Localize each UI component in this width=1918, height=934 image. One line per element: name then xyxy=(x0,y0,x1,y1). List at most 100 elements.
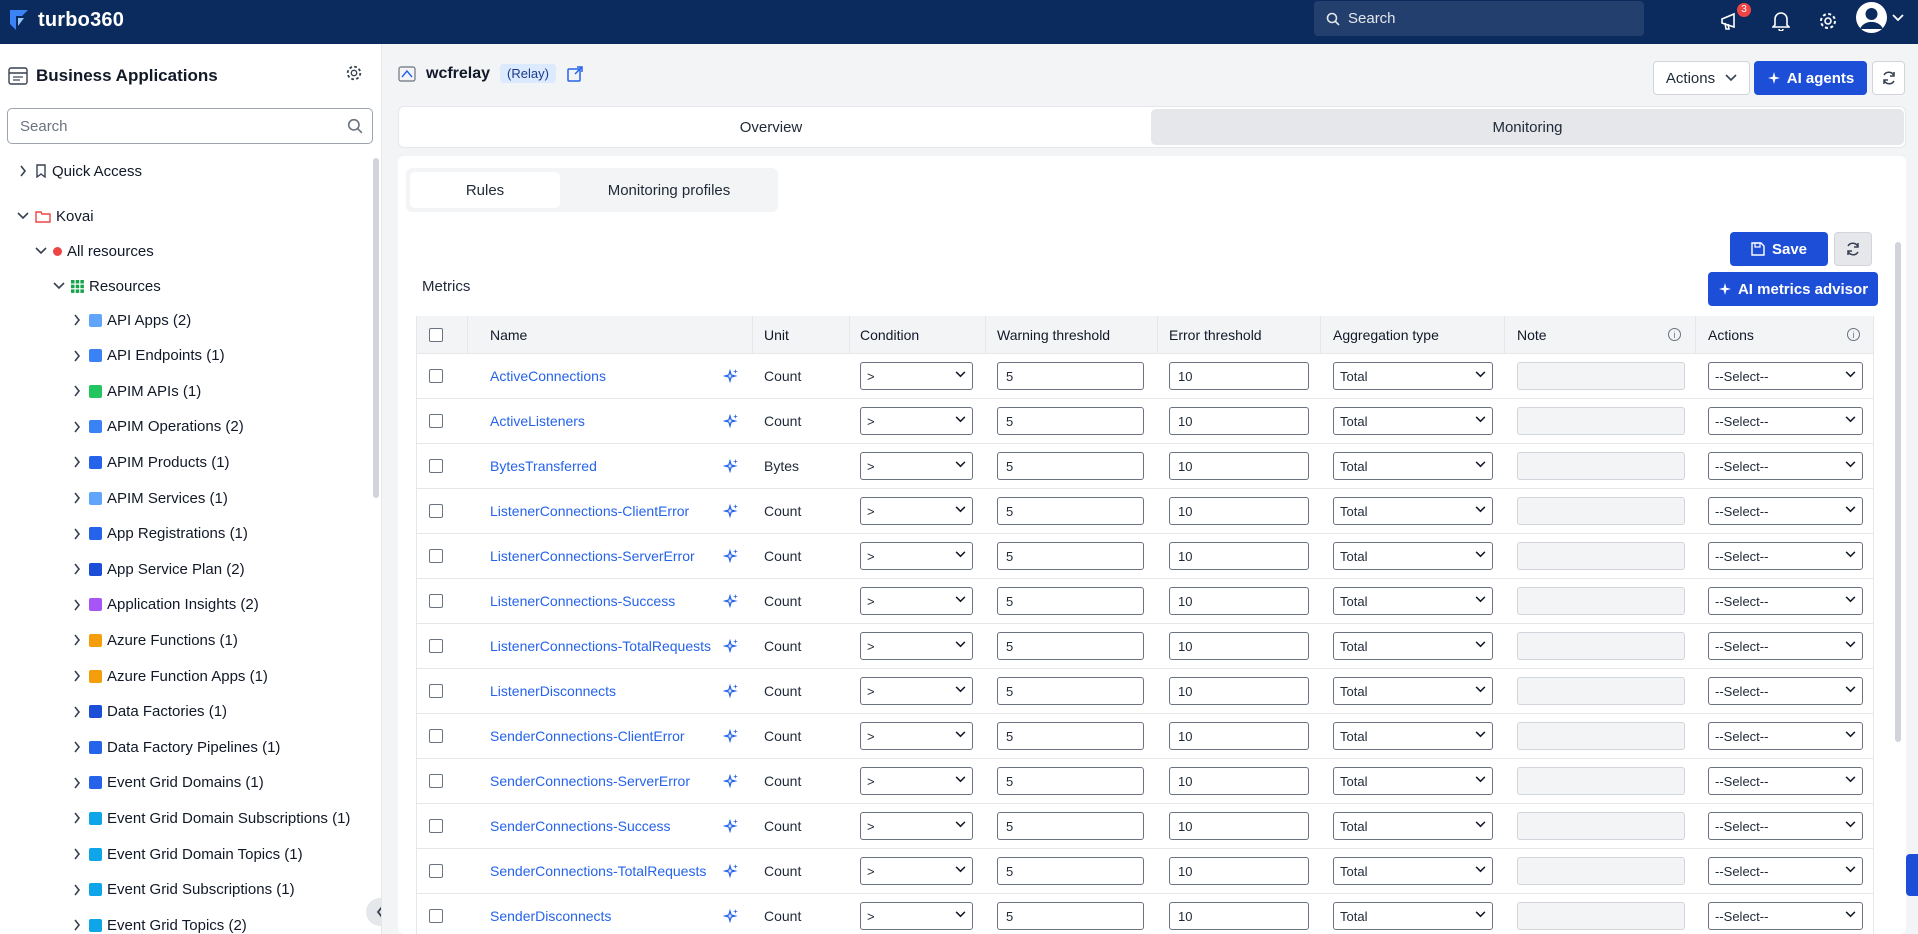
note-input[interactable] xyxy=(1517,587,1685,615)
ai-suggest-icon[interactable] xyxy=(723,849,739,893)
row-checkbox[interactable] xyxy=(429,444,443,488)
chevron-right-icon[interactable] xyxy=(70,883,84,897)
sidebar-item-api-apps[interactable]: API Apps (2) xyxy=(70,309,191,331)
chevron-right-icon[interactable] xyxy=(70,455,84,469)
sidebar-item-event-grid-subscriptions[interactable]: Event Grid Subscriptions (1) xyxy=(70,879,295,901)
global-search-input[interactable]: Search xyxy=(1314,1,1644,36)
sidebar-item-azure-functions[interactable]: Azure Functions (1) xyxy=(70,629,238,651)
ai-suggest-icon[interactable] xyxy=(723,534,739,578)
action-select[interactable]: --Select-- xyxy=(1708,497,1863,525)
condition-select[interactable]: > xyxy=(860,812,973,840)
metric-name-link[interactable]: ListenerConnections-Success xyxy=(490,579,675,623)
action-select[interactable]: --Select-- xyxy=(1708,857,1863,885)
row-checkbox[interactable] xyxy=(429,489,443,533)
action-select[interactable]: --Select-- xyxy=(1708,767,1863,795)
condition-select[interactable]: > xyxy=(860,362,973,390)
sidebar-item-apim-services[interactable]: APIM Services (1) xyxy=(70,487,228,509)
aggregation-type-select[interactable]: Total xyxy=(1333,812,1493,840)
warning-threshold-input[interactable]: 5 xyxy=(997,407,1144,435)
aggregation-type-select[interactable]: Total xyxy=(1333,542,1493,570)
row-checkbox[interactable] xyxy=(429,399,443,443)
sidebar-item-app-service-plan[interactable]: App Service Plan (2) xyxy=(70,558,245,580)
note-input[interactable] xyxy=(1517,362,1685,390)
sidebar-item-resources[interactable]: Resources xyxy=(52,275,161,297)
ai-suggest-icon[interactable] xyxy=(723,759,739,803)
ai-suggest-icon[interactable] xyxy=(723,624,739,668)
metric-name-link[interactable]: SenderConnections-Success xyxy=(490,804,671,848)
note-input[interactable] xyxy=(1517,677,1685,705)
warning-threshold-input[interactable]: 5 xyxy=(997,857,1144,885)
condition-select[interactable]: > xyxy=(860,587,973,615)
row-checkbox[interactable] xyxy=(429,534,443,578)
metric-name-link[interactable]: ListenerConnections-TotalRequests xyxy=(490,624,711,668)
column-header-condition[interactable]: Condition xyxy=(860,316,919,354)
ai-agents-button[interactable]: AI agents xyxy=(1754,61,1867,95)
sidebar-settings-gear-icon[interactable] xyxy=(345,64,363,82)
brand-logo[interactable]: turbo360 xyxy=(8,8,124,32)
feedback-side-tab[interactable] xyxy=(1906,854,1918,896)
ai-suggest-icon[interactable] xyxy=(723,894,739,934)
row-checkbox[interactable] xyxy=(429,579,443,623)
chevron-right-icon[interactable] xyxy=(70,705,84,719)
aggregation-type-select[interactable]: Total xyxy=(1333,452,1493,480)
select-all-checkbox[interactable] xyxy=(429,316,443,354)
user-avatar[interactable] xyxy=(1856,2,1887,33)
metric-name-link[interactable]: SenderConnections-TotalRequests xyxy=(490,849,706,893)
column-header-error-threshold[interactable]: Error threshold xyxy=(1169,316,1262,354)
condition-select[interactable]: > xyxy=(860,407,973,435)
row-checkbox[interactable] xyxy=(429,759,443,803)
sidebar-item-event-grid-topics[interactable]: Event Grid Topics (2) xyxy=(70,914,247,934)
action-select[interactable]: --Select-- xyxy=(1708,452,1863,480)
metric-name-link[interactable]: BytesTransferred xyxy=(490,444,597,488)
sidebar-item-api-endpoints[interactable]: API Endpoints (1) xyxy=(70,345,225,367)
action-select[interactable]: --Select-- xyxy=(1708,902,1863,930)
chevron-right-icon[interactable] xyxy=(70,811,84,825)
row-checkbox[interactable] xyxy=(429,804,443,848)
column-header-aggregation-type[interactable]: Aggregation type xyxy=(1333,316,1439,354)
aggregation-type-select[interactable]: Total xyxy=(1333,632,1493,660)
chevron-right-icon[interactable] xyxy=(70,384,84,398)
sidebar-item-app-registrations[interactable]: App Registrations (1) xyxy=(70,523,248,545)
error-threshold-input[interactable]: 10 xyxy=(1169,677,1309,705)
settings-button[interactable] xyxy=(1815,8,1841,34)
metric-name-link[interactable]: ActiveListeners xyxy=(490,399,585,443)
chevron-right-icon[interactable] xyxy=(70,562,84,576)
chevron-down-icon[interactable] xyxy=(1892,14,1904,22)
sidebar-item-kovai[interactable]: Kovai xyxy=(16,205,94,227)
note-info-icon[interactable]: i xyxy=(1668,328,1681,341)
error-threshold-input[interactable]: 10 xyxy=(1169,857,1309,885)
row-checkbox[interactable] xyxy=(429,849,443,893)
page-refresh-button[interactable] xyxy=(1872,61,1905,95)
warning-threshold-input[interactable]: 5 xyxy=(997,632,1144,660)
note-input[interactable] xyxy=(1517,902,1685,930)
ai-suggest-icon[interactable] xyxy=(723,444,739,488)
condition-select[interactable]: > xyxy=(860,677,973,705)
tab-overview[interactable]: Overview xyxy=(399,107,1143,147)
sidebar-item-event-grid-domains[interactable]: Event Grid Domains (1) xyxy=(70,772,264,794)
action-select[interactable]: --Select-- xyxy=(1708,632,1863,660)
row-checkbox[interactable] xyxy=(429,714,443,758)
chevron-right-icon[interactable] xyxy=(70,420,84,434)
chevron-right-icon[interactable] xyxy=(70,313,84,327)
open-external-icon[interactable] xyxy=(566,65,584,83)
panel-scrollbar[interactable] xyxy=(1895,228,1901,928)
condition-select[interactable]: > xyxy=(860,857,973,885)
action-select[interactable]: --Select-- xyxy=(1708,407,1863,435)
chevron-down-icon[interactable] xyxy=(34,244,48,258)
sidebar-item-azure-function-apps[interactable]: Azure Function Apps (1) xyxy=(70,665,268,687)
action-select[interactable]: --Select-- xyxy=(1708,362,1863,390)
ai-suggest-icon[interactable] xyxy=(723,714,739,758)
sidebar-scrollbar[interactable] xyxy=(373,158,379,498)
tab-monitoring[interactable]: Monitoring xyxy=(1151,109,1904,145)
warning-threshold-input[interactable]: 5 xyxy=(997,902,1144,930)
actions-dropdown-button[interactable]: Actions xyxy=(1653,61,1750,95)
column-header-unit[interactable]: Unit xyxy=(764,316,789,354)
condition-select[interactable]: > xyxy=(860,767,973,795)
error-threshold-input[interactable]: 10 xyxy=(1169,722,1309,750)
aggregation-type-select[interactable]: Total xyxy=(1333,587,1493,615)
ai-suggest-icon[interactable] xyxy=(723,804,739,848)
chevron-right-icon[interactable] xyxy=(70,847,84,861)
note-input[interactable] xyxy=(1517,812,1685,840)
ai-metrics-advisor-button[interactable]: AI metrics advisor xyxy=(1708,272,1878,306)
metric-name-link[interactable]: SenderDisconnects xyxy=(490,894,611,934)
